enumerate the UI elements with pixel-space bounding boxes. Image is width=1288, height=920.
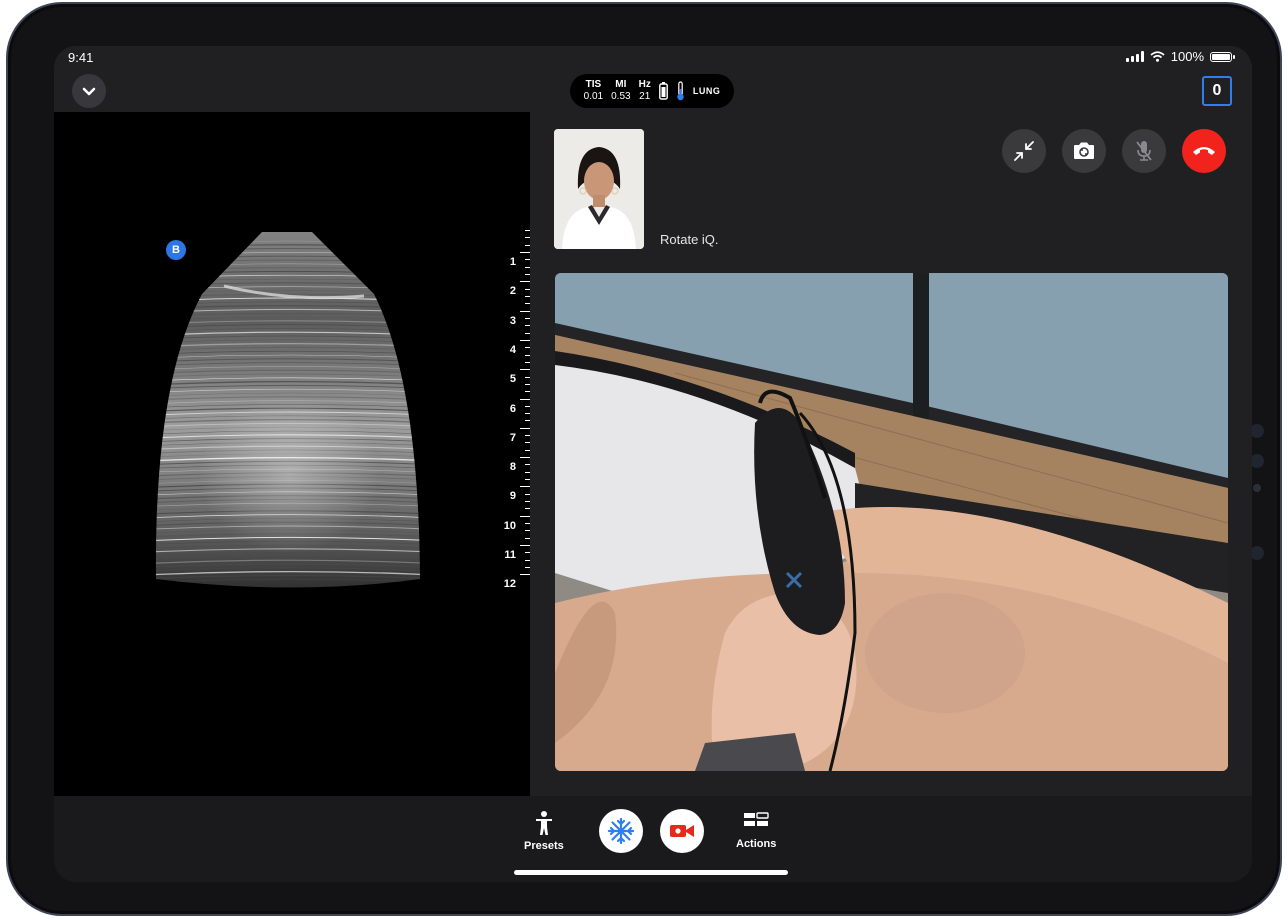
actions-button[interactable]: Actions (736, 810, 776, 850)
depth-tick-label: 4 (509, 343, 516, 356)
depth-scale: 1 2 3 4 5 6 7 8 9 10 11 12 (494, 230, 530, 602)
status-bar: 9:41 100% (54, 46, 1252, 70)
camera-switch-icon (1074, 142, 1094, 159)
mute-button[interactable] (1122, 129, 1166, 173)
switch-camera-button[interactable] (1062, 129, 1106, 173)
depth-minor-tick (520, 281, 530, 283)
video-camera-icon (670, 825, 694, 837)
ipad-frame: 9:41 100% TIS 0.01 MI 0.53 Hz 21 LUNG 0 … (6, 2, 1282, 916)
app-screen: 9:41 100% TIS 0.01 MI 0.53 Hz 21 LUNG 0 … (54, 46, 1252, 882)
preset-label: LUNG (692, 86, 721, 96)
home-indicator (514, 870, 788, 875)
depth-minor-tick (520, 457, 530, 459)
actions-label: Actions (736, 838, 777, 850)
battery-percent: 100% (1170, 49, 1204, 64)
battery-icon (1210, 51, 1235, 62)
end-call-icon (1193, 147, 1215, 155)
depth-tick-label: 6 (509, 402, 516, 415)
caller-name: Rotate iQ. (660, 232, 719, 247)
depth-tick-label: 10 (503, 519, 516, 532)
presets-label: Presets (524, 840, 564, 852)
video-call-panel: Rotate iQ. (530, 112, 1252, 796)
depth-tick-label: 7 (509, 431, 516, 444)
probe-battery-icon (658, 82, 668, 100)
snowflake-icon (607, 817, 635, 845)
depth-minor-tick (520, 310, 530, 312)
freeze-button[interactable] (599, 809, 643, 853)
depth-tick-label: 9 (509, 490, 516, 503)
metric-mi: MI 0.53 (611, 79, 631, 102)
depth-tick-label: 1 (509, 256, 516, 268)
minimize-button[interactable] (1002, 129, 1046, 173)
metric-hz: Hz 21 (638, 79, 651, 102)
person-icon (535, 811, 552, 835)
clock: 9:41 (68, 50, 94, 65)
scan-parameters-pill: TIS 0.01 MI 0.53 Hz 21 LUNG (570, 74, 734, 108)
depth-minor-tick (520, 398, 530, 400)
depth-minor-tick (520, 427, 530, 429)
depth-minor-tick (520, 486, 530, 488)
patient-video-image (555, 273, 1228, 771)
bottom-toolbar: Presets Actions (54, 796, 1252, 882)
depth-minor-tick (520, 545, 530, 546)
end-call-button[interactable] (1182, 129, 1226, 173)
wifi-icon (1150, 51, 1165, 62)
metric-tis: TIS 0.01 (583, 79, 604, 102)
ultrasound-image (155, 232, 421, 588)
depth-minor-tick (520, 252, 530, 253)
minimize-icon (1014, 141, 1034, 161)
ultrasound-view: B 1 2 3 4 5 6 7 8 9 10 11 12 (54, 112, 530, 796)
caller-portrait-image (554, 129, 644, 249)
patient-video-feed[interactable] (555, 273, 1228, 771)
collapse-button[interactable] (72, 74, 106, 108)
presets-button[interactable]: Presets (524, 810, 564, 852)
depth-minor-tick (520, 515, 530, 517)
depth-tick-label: 3 (509, 314, 516, 327)
depth-minor-tick (520, 369, 530, 371)
record-video-button[interactable] (660, 809, 704, 853)
depth-minor-tick (520, 339, 530, 341)
remote-caller-thumbnail[interactable] (554, 129, 644, 249)
chevron-down-icon (82, 87, 96, 95)
depth-minor-tick (520, 574, 530, 576)
mic-muted-icon (1136, 141, 1152, 161)
depth-tick-label: 11 (504, 549, 516, 561)
depth-tick-label: 5 (509, 373, 516, 386)
depth-tick-label: 2 (509, 285, 516, 298)
depth-tick-label: 12 (503, 578, 516, 591)
actions-grid-icon (744, 812, 769, 826)
image-count-button[interactable]: 0 (1202, 76, 1232, 106)
depth-tick-label: 8 (509, 461, 516, 474)
cellular-signal-icon (1125, 51, 1144, 62)
thermometer-icon (677, 81, 684, 101)
